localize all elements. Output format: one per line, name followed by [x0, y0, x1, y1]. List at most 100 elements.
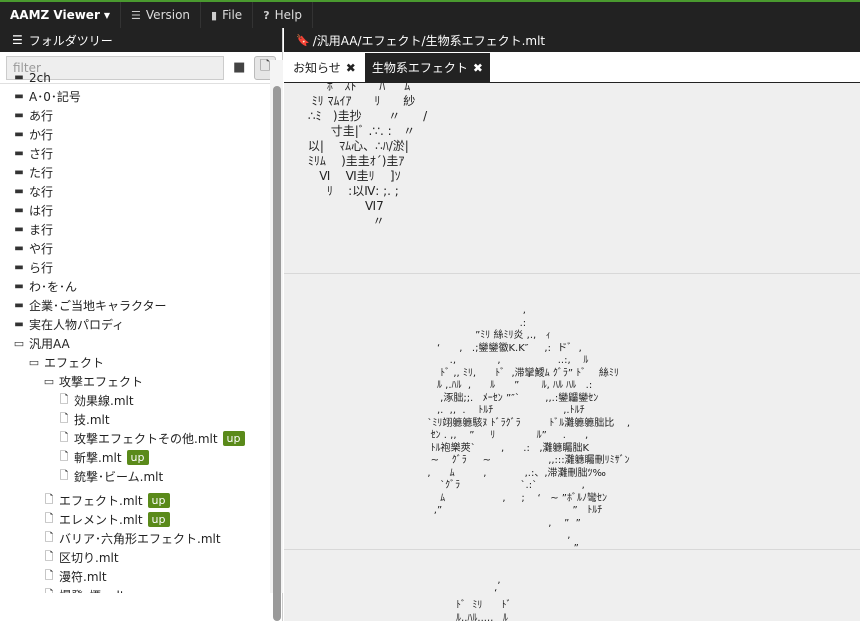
close-icon[interactable]: ✖: [473, 61, 483, 75]
tree-item-label: わ･を･ん: [29, 280, 78, 294]
caret-down-icon: ▼: [103, 10, 111, 20]
help-menu[interactable]: ? Help: [253, 2, 313, 28]
tree-folder-item[interactable]: ▭ 攻撃エフェクト: [42, 372, 143, 391]
tree-item-label: 攻撃エフェクトその他.mlt: [74, 432, 218, 446]
version-menu[interactable]: ☰ Version: [121, 2, 202, 28]
tree-folder-item[interactable]: ▬ わ･を･ん: [12, 277, 77, 296]
tab-notice[interactable]: お知らせ ✖: [286, 53, 363, 82]
tree-folder-item[interactable]: ▬ ら行: [12, 258, 53, 277]
file-icon: 🗋: [44, 550, 54, 563]
tree-file-item[interactable]: 🗋爆発･煙.mlt: [42, 586, 125, 593]
folder-icon: ▬: [14, 300, 24, 311]
tree-item-label: 技.mlt: [74, 413, 110, 427]
aa-item[interactable]: , .: ”ﾐﾘ 絲ﾐﾘ炎 ,., ｨ ‘ , .;鑾鑾徽K.K″ ,: ドﾞ …: [402, 305, 630, 555]
folder-icon: ▬: [14, 129, 24, 140]
tree-folder-item[interactable]: ▬ 実在人物パロディ: [12, 315, 124, 334]
file-icon: 🗋: [42, 586, 56, 593]
version-menu-label: Version: [145, 8, 191, 22]
aa-item[interactable]: , ‘ ﾄﾞ ﾐﾘ ﾄﾞ ﾙ,.ﾊﾙ...,, ﾙ: [402, 575, 511, 621]
tree-file-item[interactable]: 🗋 区切り.mlt: [42, 548, 119, 567]
tree-item-label: 斬撃.mlt: [74, 451, 122, 465]
tree-item-label: エレメント.mlt: [59, 513, 143, 527]
file-icon: 🗋: [59, 412, 69, 425]
update-badge: up: [126, 450, 149, 465]
folder-icon: ▬: [14, 281, 24, 292]
help-menu-label: Help: [274, 8, 302, 22]
file-icon: 🗋: [59, 450, 69, 463]
close-icon[interactable]: ✖: [346, 61, 356, 75]
folder-icon: ▬: [14, 148, 24, 159]
tree-folder-item[interactable]: ▭ 汎用AA: [12, 334, 70, 353]
tree-file-item[interactable]: 🗋 エフェクト.mlt up: [42, 491, 170, 510]
folder-icon: ▬: [14, 262, 24, 273]
file-path: /汎用AA/エフェクト/生物系エフェクト.mlt: [312, 33, 546, 48]
tab-bio-effect[interactable]: 生物系エフェクト ✖: [364, 53, 490, 82]
folder-open-icon: ▭: [28, 356, 40, 369]
file-icon: 🗋: [44, 569, 54, 582]
tree-folder-item[interactable]: ▬ や行: [12, 239, 53, 258]
file-path-bar: 🔖 /汎用AA/エフェクト/生物系エフェクト.mlt: [284, 28, 860, 52]
tree-folder-item[interactable]: ▬ た行: [12, 163, 53, 182]
tree-item-label: 爆発･煙.mlt: [59, 587, 125, 593]
tree-file-item[interactable]: 🗋 斬撃.mlt up: [57, 448, 149, 467]
aa-item[interactable]: ﾎ ｽﾄ ﾊ ﾑ ﾐﾘ ﾏﾑｲｱ ﾘ 紗 ∴ﾐ )圭抄 〃 / 寸圭|ﾞ .∵.…: [304, 83, 427, 229]
tree-file-item[interactable]: 🗋 漫符.mlt: [42, 567, 107, 586]
file-icon: 🗋: [44, 531, 54, 544]
tree-item-label: た行: [29, 166, 54, 180]
tree-folder-item[interactable]: ▬ さ行: [12, 144, 53, 163]
tree-item-label: エフェクト: [44, 356, 105, 370]
tree-folder-item[interactable]: ▬ A･0･記号: [12, 87, 81, 106]
tree-item-label: 漫符.mlt: [59, 570, 107, 584]
tab-bar: お知らせ ✖ 生物系エフェクト ✖: [284, 52, 860, 83]
file-icon: ▮: [211, 8, 218, 22]
list-icon: ☰: [12, 33, 23, 47]
update-badge: up: [222, 431, 245, 446]
file-menu[interactable]: ▮ File: [201, 2, 254, 28]
tree-item-label: は行: [29, 204, 54, 218]
tree-file-item[interactable]: 🗋 バリア･六角形エフェクト.mlt: [42, 529, 221, 548]
folder-tree-title: フォルダツリー: [28, 33, 113, 48]
tree-item-label: 攻撃エフェクト: [59, 375, 144, 389]
folder-tree-header: ☰ フォルダツリー: [0, 28, 282, 52]
tree-file-item[interactable]: 🗋 エレメント.mlt up: [42, 510, 170, 529]
tree-item-label: や行: [29, 242, 54, 256]
help-icon: ?: [263, 8, 270, 22]
folder-icon: ▬: [14, 186, 24, 197]
folder-icon: ▬: [14, 243, 24, 254]
folder-icon: ▬: [14, 91, 24, 102]
tree-folder-item[interactable]: ▬ な行: [12, 182, 53, 201]
file-menu-label: File: [222, 8, 243, 22]
tree-file-item[interactable]: 🗋 銃撃･ビーム.mlt: [57, 467, 164, 486]
tree-folder-item[interactable]: ▭ エフェクト: [27, 353, 104, 372]
tree-folder-item[interactable]: ▬ 企業･ご当地キャラクター: [12, 296, 166, 315]
tree-item-label: あ行: [29, 109, 54, 123]
tree-item-label: ま行: [29, 223, 54, 237]
tree-item-label: 区切り.mlt: [59, 551, 119, 565]
tree-folder-item[interactable]: ▬ は行: [12, 201, 53, 220]
tree-folder-item[interactable]: ▬ ま行: [12, 220, 53, 239]
update-badge: up: [147, 493, 170, 508]
file-icon: 🗋: [44, 493, 54, 506]
file-icon: 🗋: [44, 512, 54, 525]
tree-item-label: 効果線.mlt: [74, 394, 134, 408]
aa-content-area[interactable]: ﾎ ｽﾄ ﾊ ﾑ ﾐﾘ ﾏﾑｲｱ ﾘ 紗 ∴ﾐ )圭抄 〃 / 寸圭|ﾞ .∵.…: [284, 83, 860, 621]
tree-item-label: A･0･記号: [29, 90, 81, 104]
tree-item-label: か行: [29, 128, 54, 142]
folder-icon: ▬: [14, 319, 24, 330]
tree-folder-item[interactable]: ▬ あ行: [12, 106, 53, 125]
tree-scrollbar-thumb[interactable]: [273, 86, 281, 621]
folder-open-icon: ▭: [43, 375, 55, 388]
tree-folder-item[interactable]: ▬ 2ch: [12, 68, 51, 87]
update-badge: up: [147, 512, 170, 527]
aa-divider: [284, 549, 860, 550]
tree-folder-item[interactable]: ▬ か行: [12, 125, 53, 144]
tree-item-label: 汎用AA: [29, 337, 70, 351]
app-menu-button[interactable]: AAMZ Viewer ▼: [0, 2, 122, 28]
tree-file-item[interactable]: 🗋 効果線.mlt: [57, 391, 134, 410]
aa-divider: [284, 273, 860, 274]
app-title: AAMZ Viewer: [10, 8, 100, 22]
bookmark-icon[interactable]: 🔖: [296, 34, 310, 47]
tree-file-item[interactable]: 🗋 技.mlt: [57, 410, 110, 429]
tree-file-item[interactable]: 🗋 攻撃エフェクトその他.mlt up: [57, 429, 245, 448]
viewer-panel: 🔖 /汎用AA/エフェクト/生物系エフェクト.mlt お知らせ ✖ 生物系エフェ…: [284, 28, 860, 621]
